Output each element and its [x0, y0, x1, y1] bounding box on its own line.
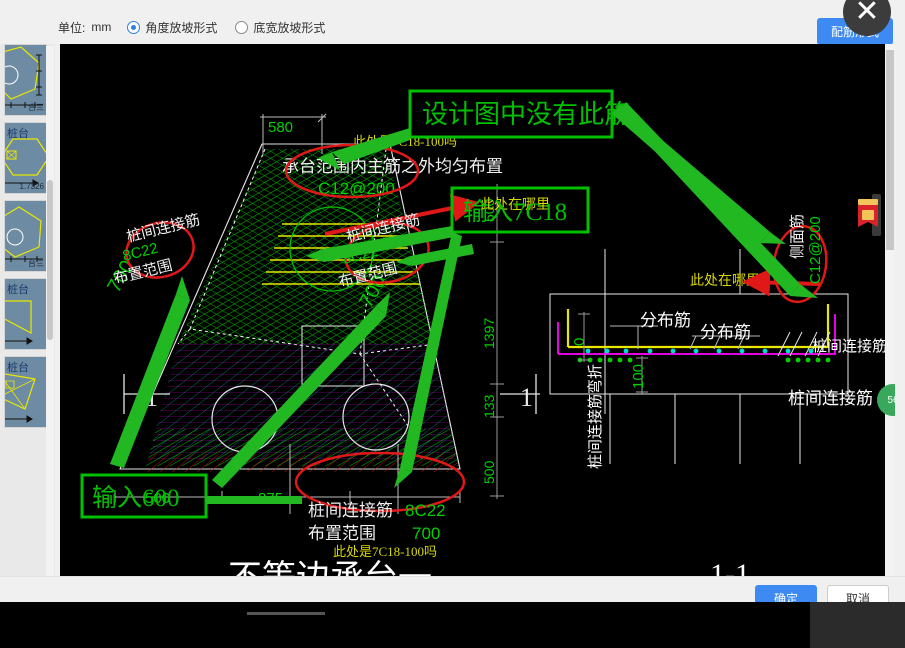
note-connect-bottom-l2: 布置范围 — [308, 524, 376, 543]
top-strip — [0, 0, 905, 12]
list-item[interactable]: 桩台 1.7326 — [4, 122, 47, 194]
list-item[interactable]: 桩台 — [4, 356, 47, 428]
cad-drawing: 1 1 580 50 — [80, 89, 887, 597]
list-item-number: 台三 — [28, 259, 44, 268]
cad-canvas[interactable]: 1 1 580 50 — [60, 44, 895, 602]
note-connect-bottom-700: 700 — [412, 524, 440, 543]
unit-label: 单位: — [58, 20, 86, 35]
green-box-input-7c18-text: 输入7C18 — [463, 198, 567, 226]
taskbar-indicator — [247, 612, 325, 615]
list-item[interactable]: 合三 — [4, 44, 47, 116]
list-item-caption: 桩台 — [7, 362, 29, 374]
sidebar-scrollbar-thumb[interactable] — [47, 180, 53, 340]
note-side-c12-200: C12@200 — [807, 216, 824, 284]
dim-580: 580 — [268, 119, 293, 136]
canvas-scrollbar-thumb[interactable] — [886, 50, 894, 250]
note-connect-left-l1: 桩间连接筋 — [125, 211, 202, 246]
list-item-number: 1.7326 — [19, 182, 44, 191]
label-distribution-bar-1: 分布筋 — [640, 311, 691, 330]
section-marker-right: 1 — [520, 383, 533, 412]
dialog-toolbar: 单位: mm 角度放坡形式 底宽放坡形式 — [0, 12, 905, 42]
list-item[interactable]: 台三 — [4, 200, 47, 272]
radio-width-slope-dot[interactable] — [235, 20, 249, 34]
green-box-no-such-bar-text: 设计图中没有此筋 — [422, 100, 630, 129]
dim-sec-100: 100 — [630, 364, 647, 389]
app-root: 单位: mm 角度放坡形式 底宽放坡形式 配筋形式 — [0, 0, 905, 648]
rebar-form-dialog: 单位: mm 角度放坡形式 底宽放坡形式 配筋形式 — [0, 0, 905, 634]
note-connect-bottom-8c22: 8C22 — [405, 501, 446, 520]
list-item-caption: 桩台 — [7, 128, 29, 140]
note-side-bar: 侧面筋 — [789, 214, 806, 259]
radio-angle-slope-dot[interactable] — [127, 20, 141, 34]
label-pile-connect-bar-sec1: 桩间连接筋 — [812, 338, 887, 355]
label-pile-connect-bar-sec2: 桩间连接筋 — [788, 389, 873, 408]
list-item-caption: 桩台 — [7, 284, 29, 296]
green-arrow-3 — [618, 102, 800, 296]
green-box-input-600-text: 输入600 — [92, 484, 180, 512]
dim-sec-0: 0 — [571, 338, 588, 346]
coupon-flag-icon[interactable] — [857, 199, 879, 233]
note-connect-bottom-l1: 桩间连接筋 — [308, 501, 393, 520]
note-is-7c18-100-bottom: 此处是7C18-100吗 — [333, 544, 437, 559]
list-item[interactable]: 桩台 — [4, 278, 47, 350]
dim-133: 133 — [481, 394, 497, 418]
label-connect-bend: 桩间连接筋弯折 — [587, 364, 604, 469]
note-uniform-layout: 承台范围内主筋之外均匀布置 — [282, 157, 503, 176]
radio-angle-slope[interactable]: 角度放坡形式 — [127, 19, 217, 36]
dim-1397: 1397 — [481, 318, 497, 349]
list-item-number: 合三 — [28, 103, 44, 112]
os-taskbar[interactable] — [0, 602, 905, 648]
green-arrow-9 — [410, 244, 474, 266]
green-arrow-7 — [206, 496, 302, 504]
radio-width-slope-label: 底宽放坡形式 — [253, 20, 326, 35]
radio-angle-slope-label: 角度放坡形式 — [145, 20, 218, 35]
taskbar-right-pane[interactable] — [810, 602, 905, 648]
dim-extra: 500 — [481, 460, 497, 484]
radio-width-slope[interactable]: 底宽放坡形式 — [235, 19, 325, 36]
unit-value: mm — [91, 20, 112, 34]
note-where-2: 此处在哪里 — [690, 273, 760, 289]
label-distribution-bar-2: 分布筋 — [700, 323, 751, 342]
